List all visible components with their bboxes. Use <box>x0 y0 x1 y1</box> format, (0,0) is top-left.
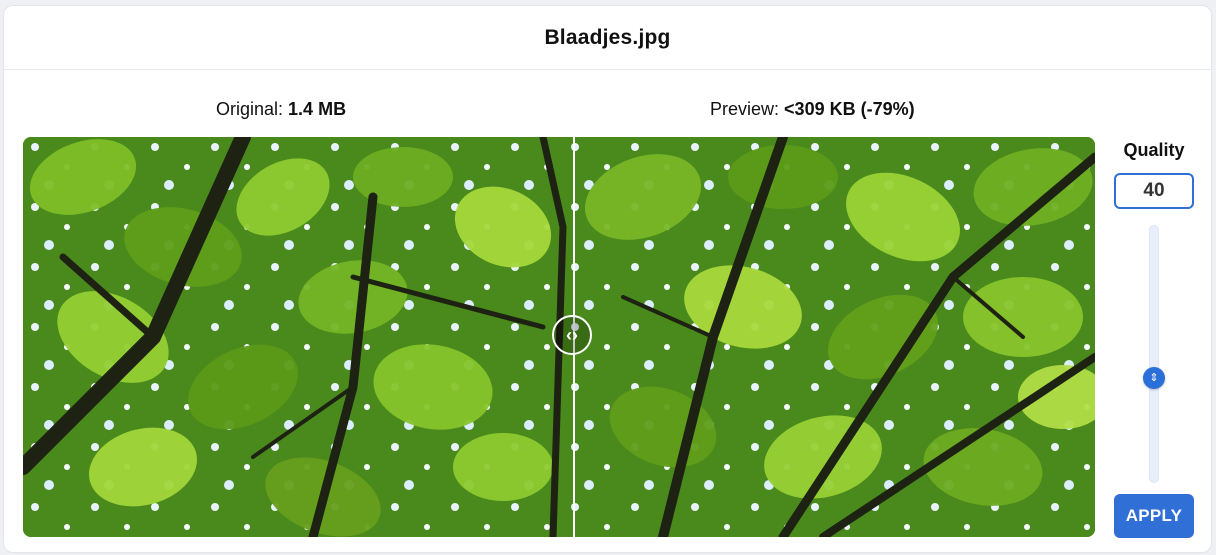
apply-button[interactable]: APPLY <box>1114 494 1194 538</box>
quality-slider-thumb[interactable]: ⇕ <box>1143 367 1165 389</box>
preview-size-label: Preview: <box>710 99 780 119</box>
dialog-header: Blaadjes.jpg <box>4 6 1211 70</box>
original-size-value: 1.4 MB <box>288 99 347 119</box>
original-size-label: Original: <box>216 99 284 119</box>
quality-input[interactable] <box>1114 173 1194 209</box>
preview-size-value: <309 KB (-79%) <box>784 99 915 119</box>
preview-size: Preview: <309 KB (-79%) <box>710 99 915 120</box>
original-size: Original: 1.4 MB <box>216 99 346 120</box>
size-labels: Original: 1.4 MB Preview: <309 KB (-79%) <box>4 99 1211 123</box>
quality-slider-track[interactable] <box>1149 225 1159 483</box>
dialog-title: Blaadjes.jpg <box>544 25 671 49</box>
quality-panel: Quality ⇕ APPLY <box>1114 137 1194 538</box>
quality-label: Quality <box>1123 140 1185 160</box>
before-after-compare[interactable]: ‹› <box>23 137 1095 537</box>
image-compress-dialog: Blaadjes.jpg Original: 1.4 MB Preview: <… <box>3 5 1212 553</box>
left-right-chevrons-icon[interactable]: ‹› <box>552 315 592 355</box>
